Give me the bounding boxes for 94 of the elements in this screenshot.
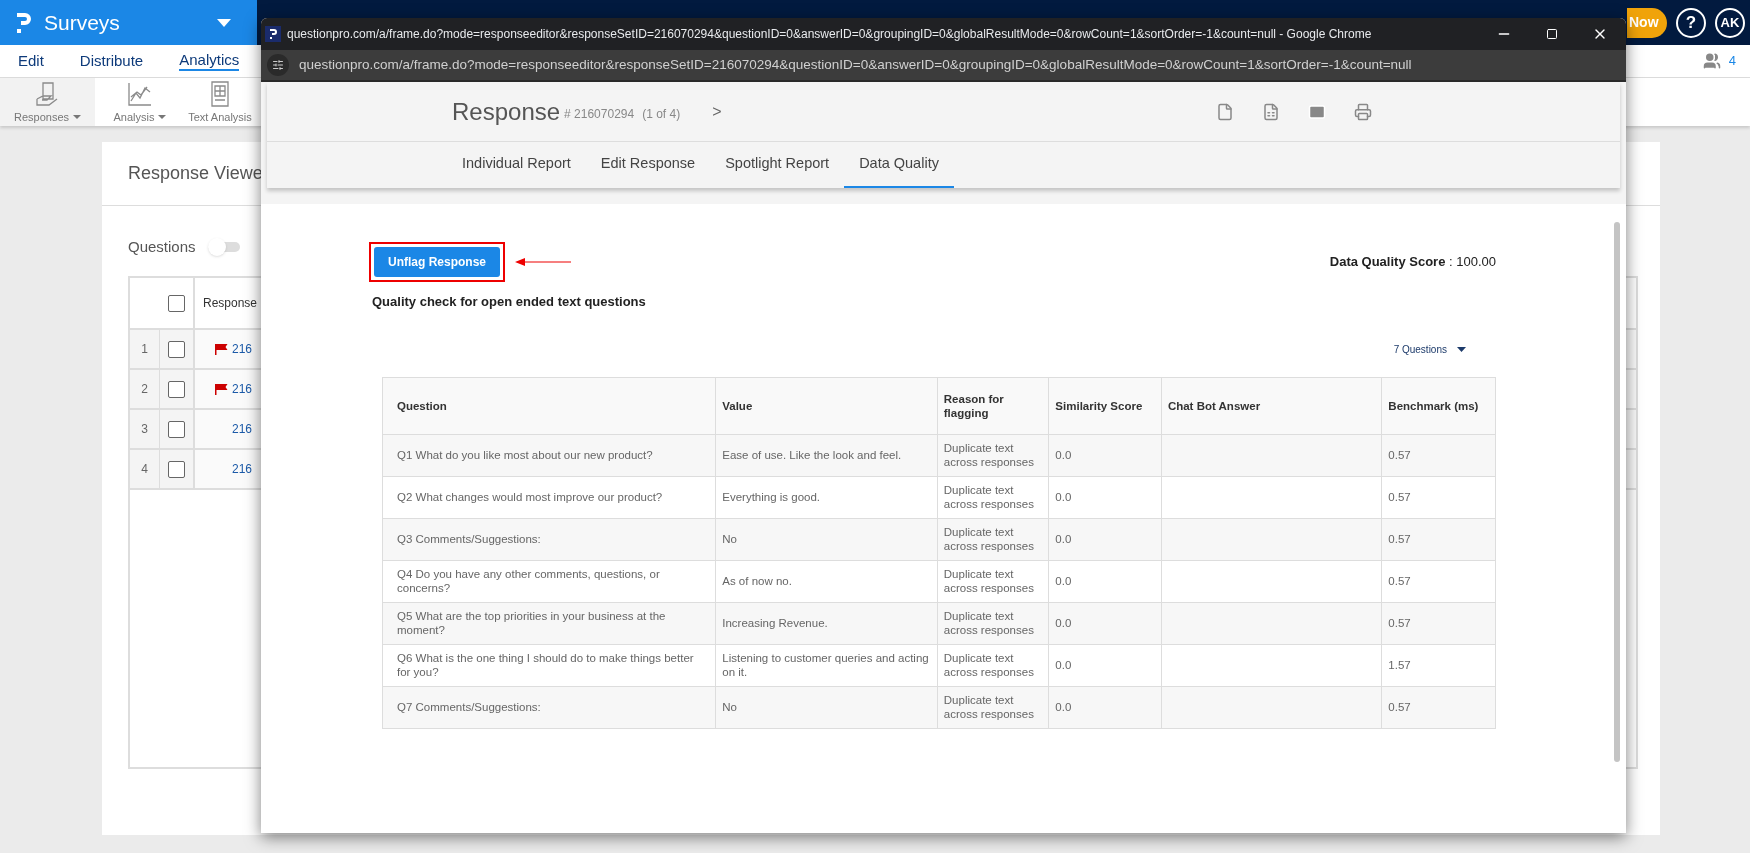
table-cell-text: 1.57	[1388, 658, 1412, 672]
people-icon	[1702, 52, 1721, 70]
table-cell-text: Duplicate text across responses	[943, 693, 1035, 721]
row-number: 2	[141, 381, 148, 398]
response-link[interactable]: 216	[232, 460, 253, 478]
response-title: Response	[452, 96, 561, 127]
column-header: Value	[722, 399, 753, 412]
caret-icon	[1457, 346, 1466, 352]
spreadsheet-icon[interactable]	[1262, 102, 1280, 121]
questions-dropdown[interactable]: 7 Questions	[1393, 341, 1466, 357]
checkbox[interactable]	[168, 340, 185, 358]
checkbox[interactable]	[168, 380, 185, 398]
nav-link[interactable]: Distribute	[79, 49, 144, 73]
column-header: Benchmark (ms)	[1388, 399, 1479, 412]
response-link[interactable]: 216	[232, 340, 253, 358]
column-header: Chat Bot Answer	[1167, 399, 1261, 412]
table-cell-text: 0.57	[1388, 616, 1412, 630]
scrollbar-thumb[interactable]	[1614, 222, 1620, 762]
arrow-icon	[515, 257, 571, 267]
table-cell-text: 0.57	[1388, 448, 1412, 462]
favicon-icon	[265, 26, 281, 42]
maximize-icon[interactable]	[1546, 28, 1558, 40]
viewer-title: Response Viewe	[128, 162, 263, 185]
table-cell-text: 0.0	[1055, 700, 1073, 714]
app-title: Surveys	[44, 9, 120, 36]
column-header: Reason for flagging	[943, 392, 1004, 419]
table-cell-text: Duplicate text across responses	[943, 525, 1035, 553]
toolbar-button[interactable]: Analysis	[95, 78, 185, 126]
table-cell-text: No	[722, 532, 738, 546]
table-cell-text: Duplicate text across responses	[943, 483, 1035, 511]
table-cell-text: 0.0	[1055, 616, 1073, 630]
table-cell-text: No	[722, 700, 738, 714]
table-cell-text: 0.57	[1388, 700, 1412, 714]
table-cell-text: Increasing Revenue.	[722, 616, 829, 630]
table-cell-text: Duplicate text across responses	[943, 609, 1035, 637]
table-cell-text: Everything is good.	[722, 490, 822, 504]
table-cell-text: Q3 Comments/Suggestions:	[396, 532, 542, 546]
row-number: 4	[141, 461, 148, 478]
nav-link[interactable]: Analytics	[179, 51, 240, 71]
sliders-icon	[272, 59, 284, 71]
help-button[interactable]: ?	[1676, 7, 1706, 38]
table-cell-text: Listening to customer queries and acting on it.	[722, 651, 930, 679]
row-number: 1	[141, 341, 148, 358]
next-button[interactable]: >	[712, 99, 722, 124]
toggle-label: Questions	[128, 236, 196, 257]
table-cell-text: As of now no.	[722, 574, 793, 588]
caret-icon[interactable]	[217, 18, 231, 27]
column-header: Response	[203, 295, 258, 312]
table-cell-text: 0.0	[1055, 490, 1073, 504]
checkbox[interactable]	[168, 294, 185, 312]
column-header: Similarity Score	[1055, 399, 1143, 412]
checkbox[interactable]	[168, 420, 185, 438]
table-cell-text: 0.57	[1388, 490, 1412, 504]
checkbox[interactable]	[168, 460, 185, 478]
table-cell-text: Duplicate text across responses	[943, 441, 1035, 469]
print-icon[interactable]	[1354, 102, 1372, 121]
url-text[interactable]: questionpro.com/a/frame.do?mode=responseeditor&responseSetID=216070294&questionID=0&answerID=0&groupingID=0&globalResultMode=0&rowCount=1&sortOrder=-1&count=null	[299, 54, 1412, 76]
quality-score: Data Quality Score : 100.00	[1329, 253, 1496, 272]
table-cell-text: 0.0	[1055, 532, 1073, 546]
table-cell-text: Q4 Do you have any other comments, questions, or concerns?	[396, 567, 661, 595]
tab[interactable]: Edit Response	[585, 142, 711, 188]
response-position: (1 of 4)	[642, 105, 681, 123]
tab[interactable]: Data Quality	[844, 142, 954, 188]
participant-count: 4	[1728, 52, 1736, 71]
table-cell-text: 0.57	[1388, 574, 1412, 588]
tab[interactable]: Spotlight Report	[710, 142, 845, 188]
table-cell-text: Q2 What changes would most improve our product?	[396, 490, 664, 504]
table-cell-text: Q5 What are the top priorities in your business at the moment?	[396, 609, 667, 637]
window-title: questionpro.com/a/frame.do?mode=responseeditor&responseSetID=216070294&questionID=0&answerID=0&groupingID=0&globalResultMode=0&rowCount=1&sortOrder=-1&count=null - Google Chrome	[287, 26, 1372, 43]
nav-link[interactable]: Edit	[18, 49, 44, 73]
table-cell-text: Duplicate text across responses	[943, 567, 1035, 595]
table-cell-text: Ease of use. Like the look and feel.	[722, 448, 903, 462]
table-cell-text: 0.0	[1055, 574, 1073, 588]
response-number: # 216070294	[564, 105, 635, 123]
site-settings-button[interactable]	[267, 54, 289, 76]
unflag-button[interactable]: Unflag Response	[374, 247, 500, 277]
table-cell-text: Q6 What is the one thing I should do to make things better for you?	[396, 651, 695, 679]
table-cell-text: Q1 What do you like most about our new product?	[396, 448, 654, 462]
tab[interactable]: Individual Report	[447, 142, 586, 188]
logo-icon	[16, 11, 32, 34]
table-cell-text: 0.57	[1388, 532, 1412, 546]
table-cell-text: 0.0	[1055, 448, 1073, 462]
toolbar-button[interactable]: Responses	[0, 78, 95, 126]
table-cell-text: 0.0	[1055, 658, 1073, 672]
row-number: 3	[141, 421, 148, 438]
response-link[interactable]: 216	[232, 380, 253, 398]
table-cell-text: Duplicate text across responses	[943, 651, 1035, 679]
pdf-icon[interactable]	[1216, 102, 1234, 121]
toolbar-button[interactable]: Text Analysis	[185, 78, 255, 126]
table-cell-text: Q7 Comments/Suggestions:	[396, 700, 542, 714]
avatar-button[interactable]: AK	[1715, 7, 1745, 38]
column-header: Question	[396, 399, 447, 412]
section-title: Quality check for open ended text questions	[372, 293, 647, 311]
response-link[interactable]: 216	[232, 420, 253, 438]
